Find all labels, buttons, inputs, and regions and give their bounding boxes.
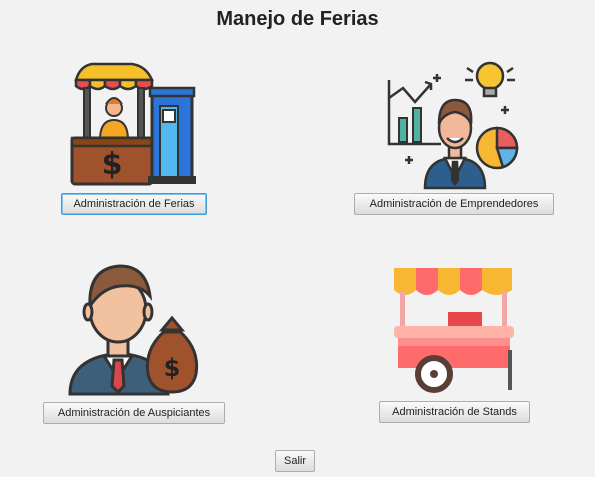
dollar-sign-icon: $: [164, 354, 181, 382]
auspiciantes-button[interactable]: Administración de Auspiciantes: [43, 402, 225, 424]
emprendedores-button[interactable]: Administración de Emprendedores: [354, 193, 554, 215]
market-stall-icon: $: [70, 58, 198, 188]
salir-button[interactable]: Salir: [275, 450, 315, 472]
page-title: Manejo de Ferias: [216, 8, 379, 30]
sponsor-money-icon: $: [68, 262, 200, 396]
food-cart-icon: [390, 262, 518, 394]
dollar-sign-icon: $: [102, 147, 123, 182]
entrepreneur-icon: [385, 58, 521, 190]
ferias-button[interactable]: Administración de Ferias: [61, 193, 207, 215]
stands-button[interactable]: Administración de Stands: [379, 401, 530, 423]
